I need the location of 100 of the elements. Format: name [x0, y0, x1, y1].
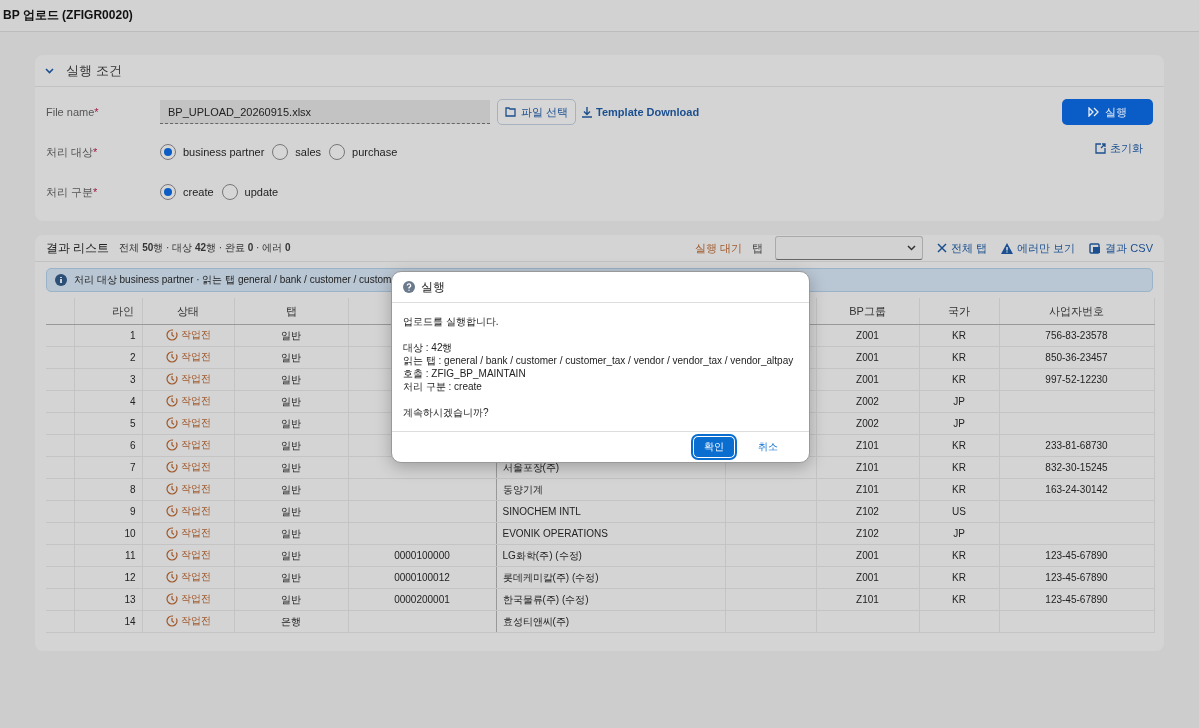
line-number: 5 — [129, 418, 136, 429]
group-cell: Z001 — [856, 352, 879, 363]
line-number: 12 — [124, 572, 136, 583]
toolbar-link[interactable]: 전체 탭 — [937, 240, 988, 256]
cancel-button[interactable]: 취소 — [745, 436, 791, 458]
summary-text: 전체 50행 · 대상 42행 · 완료 0 · 에러 0 — [119, 241, 292, 255]
column-header: BP그룹 — [849, 304, 886, 317]
clock-icon — [165, 417, 178, 429]
radio-option[interactable]: update — [221, 184, 279, 200]
info-text: 처리 대상 business partner · 읽는 탭 general / bank / customer / custom — [74, 273, 392, 287]
reset-icon — [1095, 143, 1106, 154]
radio-option[interactable]: business partner — [160, 144, 265, 160]
run-button[interactable]: 실행 — [1062, 99, 1153, 125]
toolbar-link[interactable]: 에러만 보기 — [1001, 240, 1076, 256]
tab-cell: 일반 — [281, 505, 301, 517]
status-cell: 작업전 — [165, 504, 211, 518]
required-mark: * — [93, 145, 98, 158]
column-header: 상태 — [177, 304, 199, 317]
close-icon — [937, 243, 948, 253]
dialog-text: 계속하시겠습니까? — [403, 407, 489, 418]
clock-icon — [165, 505, 178, 517]
column-header: 탭 — [285, 304, 297, 317]
toolbar-link[interactable]: 결과 CSV — [1089, 240, 1153, 256]
tab-cell: 일반 — [281, 351, 301, 363]
reset-button[interactable]: 초기화 — [1095, 141, 1143, 156]
country-cell: KR — [952, 550, 966, 561]
name-cell: 서울포장(주) — [502, 461, 560, 473]
line-number: 7 — [129, 462, 136, 473]
country-cell: KR — [952, 440, 966, 451]
name-cell: 효성티앤씨(주) — [502, 615, 570, 627]
line-number: 8 — [129, 484, 136, 495]
radio-option[interactable]: purchase — [329, 144, 398, 160]
clock-icon — [165, 483, 178, 495]
name-cell: 롯데케미칼(주) (수정) — [502, 571, 599, 583]
file-select-button[interactable]: 파일 선택 — [497, 99, 577, 125]
column-header: 라인 — [111, 304, 134, 317]
tab-cell: 일반 — [281, 439, 301, 451]
run-icon — [1088, 107, 1100, 117]
clock-icon — [165, 571, 178, 583]
clock-icon — [165, 527, 178, 539]
business-number-cell: 233-81-68730 — [1045, 440, 1108, 451]
field-label: 처리 구분 — [46, 185, 94, 198]
field-label: File name — [46, 106, 95, 118]
country-cell: JP — [953, 418, 965, 429]
name-cell: SINOCHEM INTL — [502, 506, 581, 517]
group-cell: Z101 — [856, 440, 879, 451]
business-number-cell: 123-45-67890 — [1045, 594, 1108, 605]
country-cell: JP — [953, 528, 965, 539]
chevron-icon — [907, 245, 917, 251]
bp-number-cell: 0000100000 — [394, 550, 450, 561]
tab-label: 탭 — [752, 240, 764, 256]
status-cell: 작업전 — [165, 548, 211, 562]
line-number: 10 — [124, 528, 136, 539]
radio-option[interactable]: sales — [272, 144, 321, 160]
line-number: 6 — [129, 440, 136, 451]
status-cell: 작업전 — [165, 526, 211, 540]
business-number-cell: 123-45-67890 — [1045, 550, 1108, 561]
warning-icon — [1001, 242, 1014, 254]
group-cell: Z002 — [856, 418, 879, 429]
clock-icon — [165, 329, 178, 341]
business-number-cell: 850-36-23457 — [1045, 352, 1108, 363]
status-text: 실행 대기 — [695, 240, 743, 256]
page-title: BP 업로드 (ZFIGR0020) — [3, 7, 133, 24]
group-cell: Z001 — [856, 374, 879, 385]
radio-option[interactable]: create — [160, 184, 214, 200]
clock-icon — [165, 615, 178, 627]
status-cell: 작업전 — [165, 438, 211, 452]
dialog-text: 처리 구분 : create — [403, 381, 482, 392]
country-cell: KR — [952, 572, 966, 583]
business-number-cell: 163-24-30142 — [1045, 484, 1108, 495]
group-cell: Z001 — [856, 330, 879, 341]
country-cell: KR — [952, 374, 966, 385]
line-number: 11 — [125, 550, 136, 561]
clock-icon — [165, 593, 178, 605]
tab-select[interactable] — [775, 236, 924, 260]
line-number: 3 — [129, 374, 136, 385]
bp-number-cell: 0000200001 — [394, 594, 450, 605]
required-mark: * — [94, 106, 99, 118]
name-cell: EVONIK OPERATIONS — [502, 528, 608, 539]
clock-icon — [165, 549, 178, 561]
status-cell: 작업전 — [165, 372, 211, 386]
name-cell: 한국물류(주) (수정) — [502, 593, 589, 605]
chevron-icon[interactable] — [45, 67, 54, 74]
required-mark: * — [93, 185, 98, 198]
file-name-field[interactable]: BP_UPLOAD_20260915.xlsx — [160, 100, 490, 124]
folder-icon — [505, 107, 517, 117]
tab-cell: 일반 — [281, 461, 301, 473]
column-header: 사업자번호 — [1049, 304, 1104, 317]
confirm-button[interactable]: 확인 — [693, 436, 735, 458]
clock-icon — [165, 373, 178, 385]
group-cell: Z001 — [856, 550, 879, 561]
panel-title: 실행 조건 — [66, 61, 122, 80]
country-cell: KR — [952, 462, 966, 473]
dialog-text: 읽는 탭 : general / bank / customer / customer_tax / vendor / vendor_tax / vendor_altpay — [403, 355, 794, 366]
template-download-link[interactable]: Template Download — [582, 106, 700, 118]
status-cell: 작업전 — [165, 570, 211, 584]
dialog-text: 업로드를 실행합니다. — [403, 316, 499, 327]
dialog-text: 대상 : 42행 — [403, 342, 453, 353]
country-cell: KR — [952, 484, 966, 495]
line-number: 13 — [124, 594, 136, 605]
